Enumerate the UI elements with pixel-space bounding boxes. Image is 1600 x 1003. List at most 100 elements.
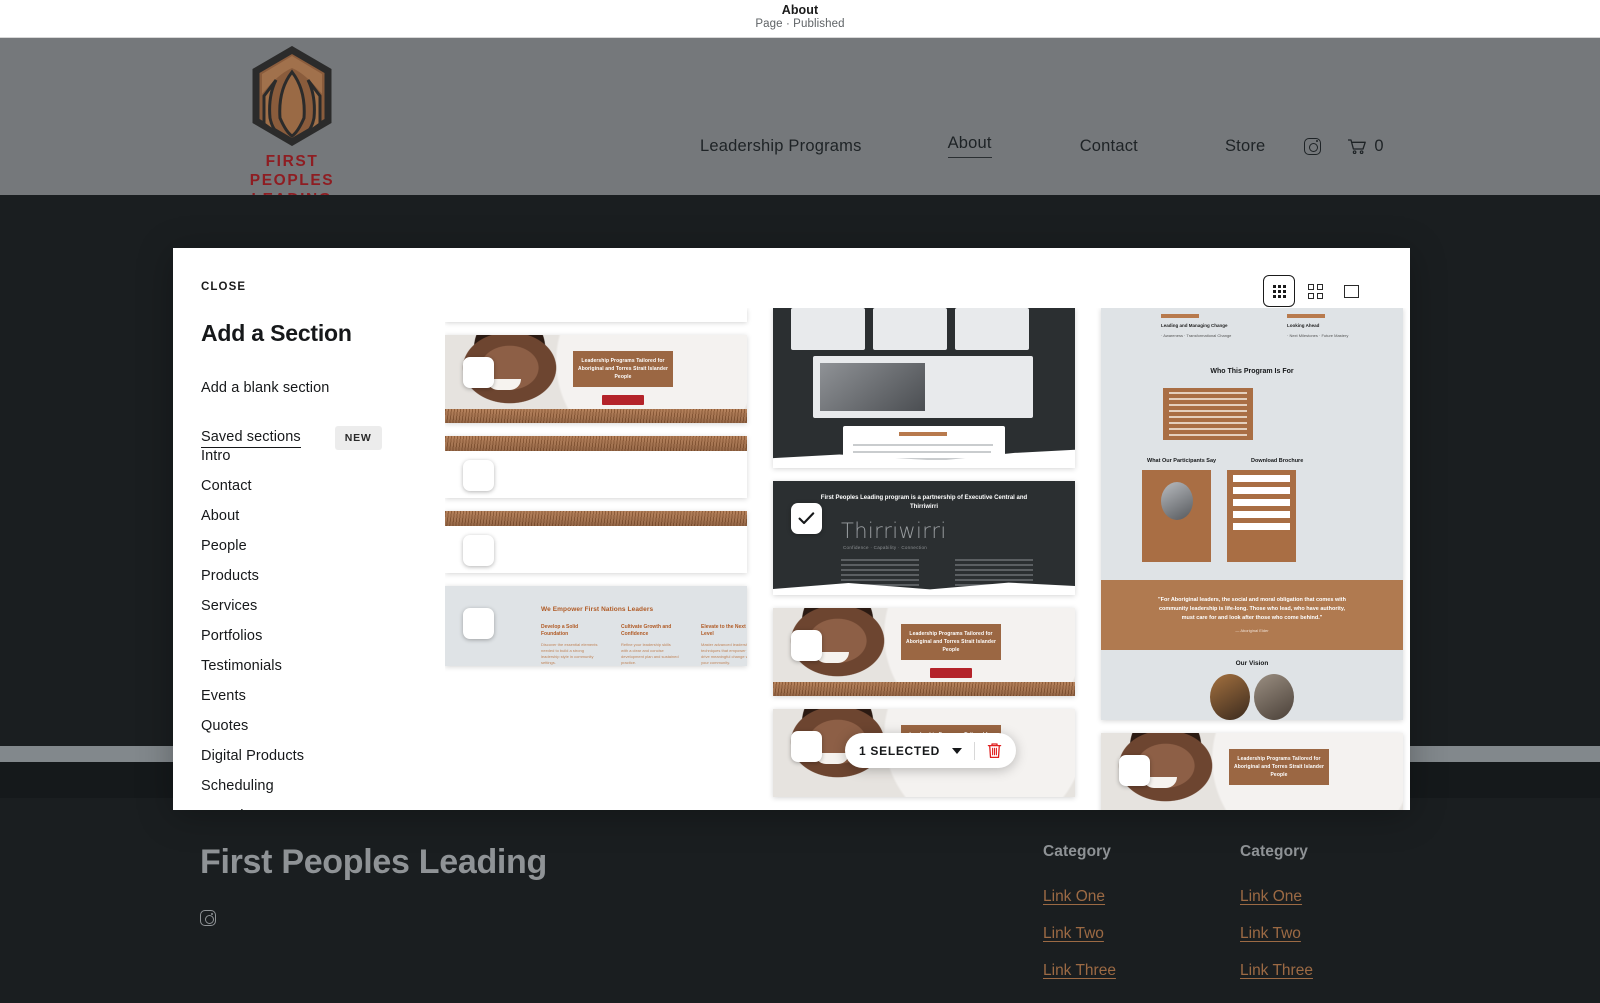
testimonial-card [1142,470,1211,562]
empower-column: Cultivate Growth and Confidence Refine y… [621,624,679,666]
footer-link-two[interactable]: Link Two [1043,925,1116,943]
section-category-contact[interactable]: Contact [201,478,431,494]
section-thumbnail[interactable] [445,308,747,322]
thumbnail-checkbox[interactable] [463,357,494,388]
empower-column-body: Discover the essential elements needed t… [541,642,598,665]
footer-link-one[interactable]: Link One [1043,888,1116,906]
selection-count-label: 1 SELECTED [859,743,941,758]
quote-attribution: — Aboriginal Elder [1235,628,1269,633]
section-category-digital-products[interactable]: Digital Products [201,748,431,764]
section-category-scheduling[interactable]: Scheduling [201,778,431,794]
view-toggle-group [1263,275,1367,307]
footer-link-three[interactable]: Link Three [1240,962,1313,980]
close-button[interactable]: CLOSE [201,281,246,293]
toolbar-divider [974,741,976,760]
footer-instagram-link[interactable] [200,910,216,931]
nav-item-store[interactable]: Store [1225,137,1265,156]
brochure-form-card [1227,470,1296,562]
nav-item-contact[interactable]: Contact [1080,137,1138,156]
hero-cta-button [602,395,644,405]
modal-side-options: Add a blank section Saved sections NEW [201,380,431,450]
section-thumbnail-long-page[interactable]: Leading and Managing Change · Awareness … [1101,308,1403,720]
single-square-icon [1343,284,1359,298]
thumbnail-checkbox[interactable] [1119,755,1150,786]
saved-sections-row[interactable]: Saved sections NEW [201,426,431,450]
section-category-quotes[interactable]: Quotes [201,718,431,734]
hero-headline: Leadership Programs Tailored for Aborigi… [573,351,673,387]
hero-headline: Leadership Programs Tailored for Aborigi… [1229,749,1329,785]
add-blank-section-row[interactable]: Add a blank section [201,380,431,398]
wood-texture-divider [445,511,747,526]
section-category-portfolios[interactable]: Portfolios [201,628,431,644]
card-badge [1161,314,1199,318]
footer-link-three[interactable]: Link Three [1043,962,1116,980]
section-thumbnail-empower[interactable]: We Empower First Nations Leaders Develop… [445,586,747,666]
section-category-products[interactable]: Products [201,568,431,584]
section-thumbnail-divider-2[interactable] [445,511,747,573]
footer-link-two[interactable]: Link Two [1240,925,1313,943]
top-card: Leading and Managing Change · Awareness … [1161,314,1235,339]
section-category-about[interactable]: About [201,508,431,524]
new-badge: NEW [334,426,382,450]
hexagon-leaf-logo-icon [252,46,332,146]
empower-column: Elevate to the Next Level Master advance… [701,624,747,666]
thumbnail-checkbox[interactable] [463,535,494,566]
vision-portraits [1210,674,1294,720]
thumbnail-checkbox-selected[interactable] [791,503,822,534]
section-thumbnail-hero[interactable]: Leadership Programs Tailored for Aborigi… [445,335,747,423]
page-title: About [781,3,819,17]
partnership-headline: First Peoples Leading program is a partn… [820,495,1028,510]
thumbnail-checkbox[interactable] [791,630,822,661]
site-logo[interactable]: FIRST PEOPLES LEADING [227,46,357,209]
thumbnail-checkbox[interactable] [463,608,494,639]
delete-selected-button[interactable] [987,742,1002,759]
chevron-down-icon[interactable] [952,747,963,754]
portrait [1254,674,1294,720]
instagram-icon [200,910,216,926]
footer-category-title: Category [1240,843,1308,860]
text-line [853,444,993,446]
section-category-list: Intro Contact About People Products Serv… [201,448,431,810]
wood-texture-divider [445,436,747,451]
empower-column-title: Develop a Solid Foundation [541,624,579,637]
section-category-events[interactable]: Events [201,688,431,704]
section-category-donations[interactable]: Donations [201,808,431,810]
cart-count: 0 [1374,136,1384,155]
brochure-heading: Download Brochure [1251,458,1304,464]
who-heading: Who This Program Is For [1210,368,1294,375]
section-thumbnail-divider-1[interactable] [445,436,747,498]
hero-headline: Leadership Programs Tailored for Aborigi… [901,624,1001,660]
mini-card [873,308,947,350]
nav-item-leadership-programs[interactable]: Leadership Programs [700,137,862,156]
grid-large-view-button[interactable] [1335,275,1367,307]
nav-item-about[interactable]: About [947,134,992,158]
section-category-testimonials[interactable]: Testimonials [201,658,431,674]
video-thumbnail [820,363,925,411]
section-thumbnail-hero-4[interactable]: Leadership Programs Tailored for Aborigi… [1101,733,1403,810]
footer-link-one[interactable]: Link One [1240,888,1313,906]
grid-small-view-button[interactable] [1263,275,1295,307]
section-category-people[interactable]: People [201,538,431,554]
long-page-top-cards: Leading and Managing Change · Awareness … [1161,314,1361,339]
section-thumbnail-dark-cards[interactable] [773,308,1075,468]
grid-squares-icon [1307,283,1323,299]
editor-top-bar: About Page · Published [0,0,1600,38]
thumbnail-checkbox[interactable] [791,731,822,762]
top-card-title: Leading and Managing Change [1161,323,1228,328]
trash-icon [987,743,1002,759]
section-thumbnail-partnership[interactable]: First Peoples Leading program is a partn… [773,481,1075,595]
section-thumbnail-hero-2[interactable]: Leadership Programs Tailored for Aborigi… [773,608,1075,696]
site-navigation: Leadership Programs About Contact Store [700,134,1384,158]
shopping-cart-icon [1347,138,1367,155]
thirriwirri-tagline: Confidence · Capability · Connection [843,545,928,550]
grid-medium-view-button[interactable] [1299,275,1331,307]
thumbnail-checkbox[interactable] [463,460,494,491]
footer-column-2: Category Link One Link Two Link Three [1240,843,1313,980]
instagram-icon[interactable] [1304,137,1322,155]
quote-band: "For Aboriginal leaders, the social and … [1101,580,1403,650]
section-category-intro[interactable]: Intro [201,448,431,464]
section-category-services[interactable]: Services [201,598,431,614]
cart-button[interactable]: 0 [1347,136,1384,156]
top-card-items: · Next Milestones · Future Mastery [1287,333,1349,338]
